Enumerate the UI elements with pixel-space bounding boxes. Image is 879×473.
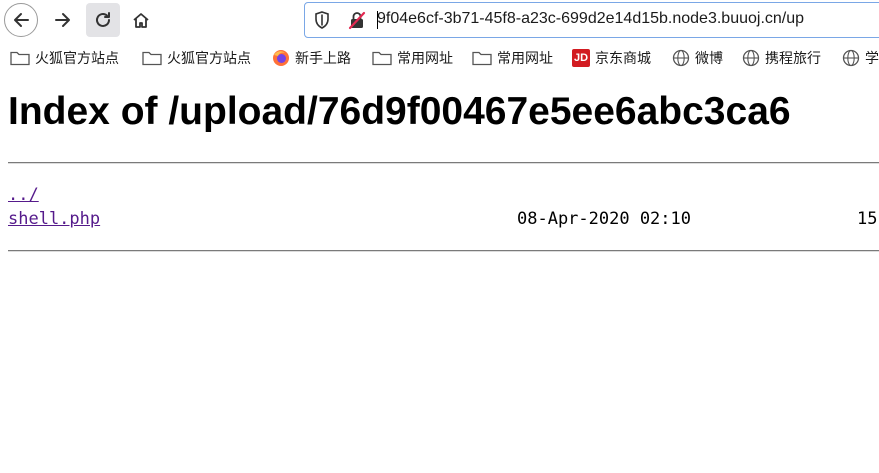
text-cursor (377, 11, 378, 29)
folder-icon (142, 51, 162, 66)
firefox-icon (273, 50, 289, 66)
jd-icon: JD (572, 49, 590, 67)
bookmark-folder-common-sites-2[interactable]: 常用网址 (472, 47, 553, 69)
file-link-shell-php[interactable]: shell.php (8, 209, 100, 229)
shield-icon[interactable] (313, 10, 331, 30)
forward-button[interactable] (46, 3, 80, 37)
browser-toolbar: 9f04e6cf-3b71-45f8-a23c-699d2e14d15b.nod… (0, 0, 879, 42)
bookmark-xue[interactable]: 学 (842, 47, 879, 69)
divider-bottom (8, 250, 879, 252)
arrow-left-icon (14, 13, 29, 27)
bookmark-weibo[interactable]: 微博 (672, 47, 723, 69)
folder-icon (472, 51, 492, 66)
bookmark-label: 携程旅行 (765, 51, 821, 67)
bookmark-folder-common-sites-1[interactable]: 常用网址 (372, 47, 453, 69)
globe-icon (742, 49, 760, 67)
insecure-lock-icon[interactable] (347, 10, 367, 30)
bookmark-getting-started[interactable]: 新手上路 (272, 47, 351, 69)
reload-icon (96, 12, 110, 27)
arrow-right-icon (55, 13, 70, 27)
bookmark-ctrip[interactable]: 携程旅行 (742, 47, 821, 69)
page-title: Index of /upload/76d9f00467e5ee6abc3ca6 (8, 90, 791, 133)
bookmark-label: 常用网址 (497, 51, 553, 67)
bookmark-folder-firefox-sites-2[interactable]: 火狐官方站点 (142, 47, 251, 69)
back-button[interactable] (4, 3, 38, 37)
globe-icon (842, 49, 860, 67)
divider-top (8, 162, 879, 164)
bookmarks-bar: 火狐官方站点 火狐官方站点 新手上路 常用网址 常用网址 JD 京东商城 微博 … (0, 44, 879, 71)
home-button[interactable] (124, 3, 158, 37)
file-date: 08-Apr-2020 02:10 (517, 209, 691, 229)
address-bar[interactable]: 9f04e6cf-3b71-45f8-a23c-699d2e14d15b.nod… (304, 2, 879, 38)
folder-icon (10, 51, 30, 66)
parent-directory-link[interactable]: ../ (8, 185, 39, 205)
bookmark-label: 火狐官方站点 (167, 51, 251, 67)
bookmark-label: 微博 (695, 51, 723, 67)
bookmark-label: 火狐官方站点 (35, 51, 119, 67)
bookmark-folder-firefox-sites-1[interactable]: 火狐官方站点 (10, 47, 119, 69)
folder-icon (372, 51, 392, 66)
bookmark-label: 学 (865, 51, 879, 67)
home-icon (133, 13, 149, 28)
reload-button[interactable] (86, 3, 120, 37)
bookmark-label: 新手上路 (295, 51, 351, 67)
globe-icon (672, 49, 690, 67)
url-text[interactable]: 9f04e6cf-3b71-45f8-a23c-699d2e14d15b.nod… (377, 10, 804, 28)
bookmark-label: 京东商城 (595, 51, 651, 67)
bookmark-jd[interactable]: JD 京东商城 (572, 47, 651, 69)
bookmark-label: 常用网址 (397, 51, 453, 67)
file-size: 15 (857, 209, 878, 229)
